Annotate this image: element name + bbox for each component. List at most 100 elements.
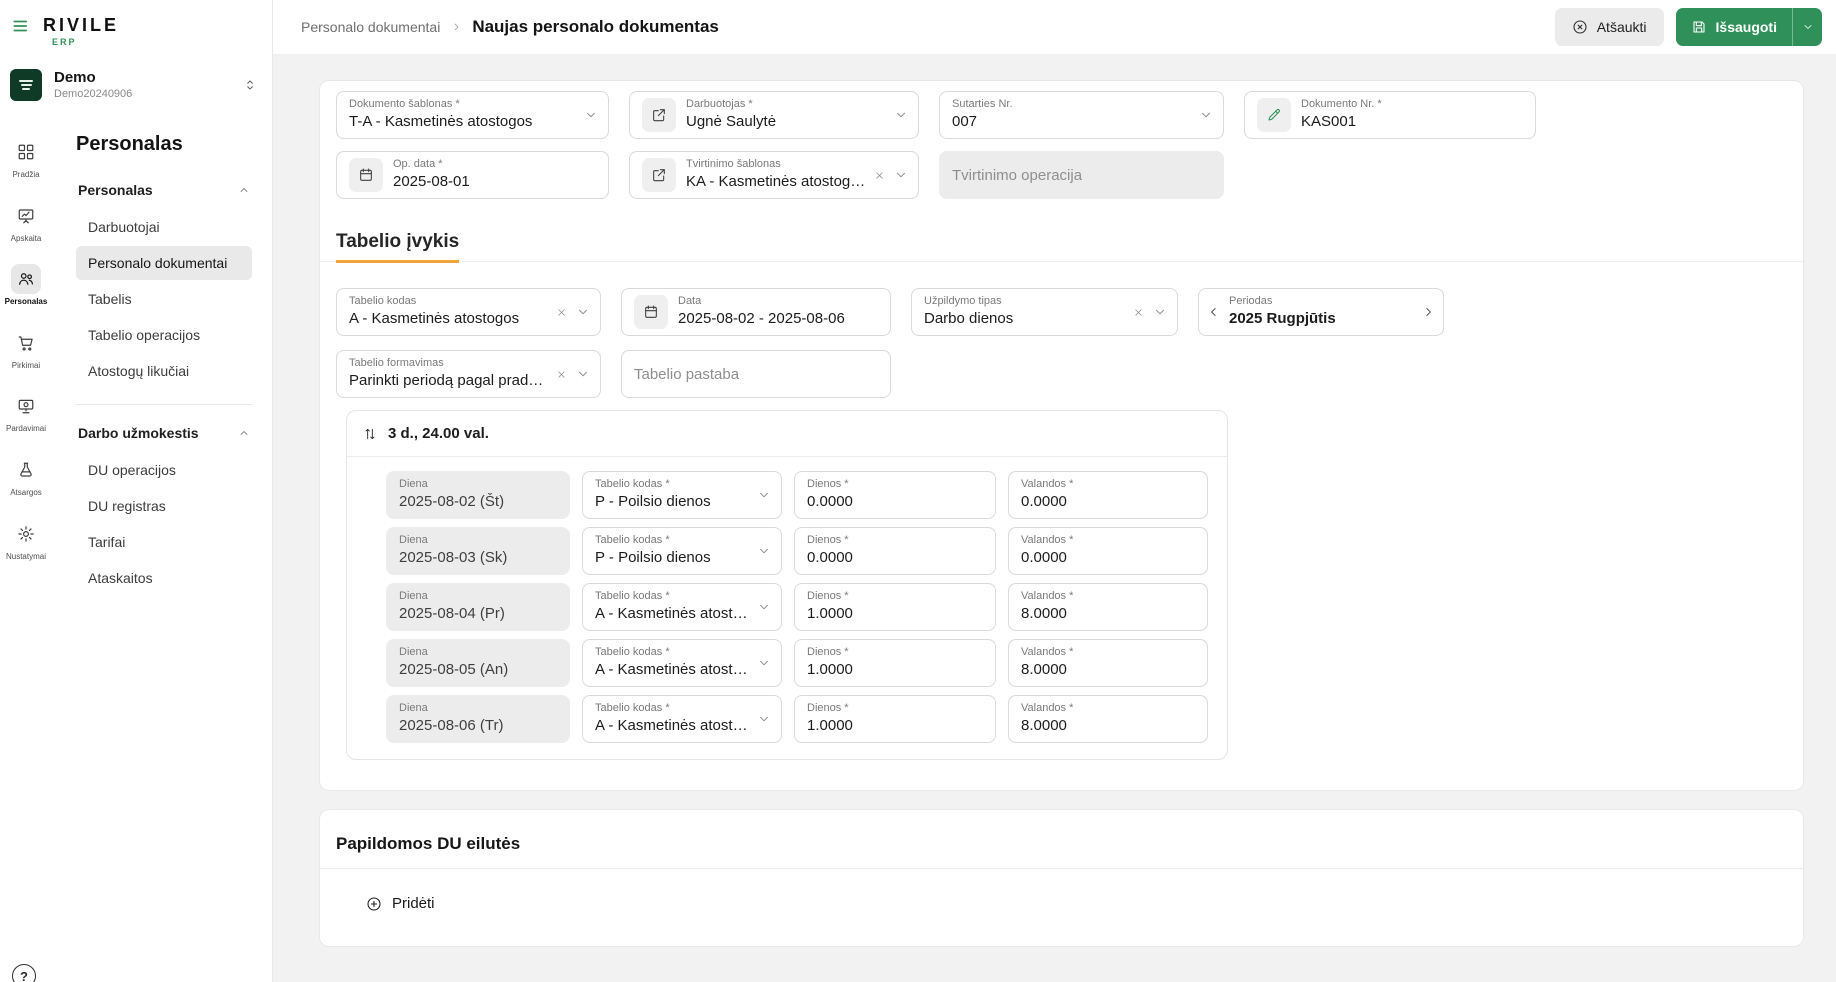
table-row: Diena2025-08-04 (Pr) Tabelio kodas *A - … xyxy=(386,583,1206,631)
people-icon xyxy=(11,264,41,294)
clear-icon[interactable] xyxy=(554,367,569,382)
sidebar-item-ataskaitos[interactable]: Ataskaitos xyxy=(76,561,252,595)
sidebar-item-tarifai[interactable]: Tarifai xyxy=(76,525,252,559)
diena-field: Diena2025-08-04 (Pr) xyxy=(386,583,570,631)
rail-item-pardavimai[interactable]: Pardavimai xyxy=(0,381,52,445)
rail-item-pirkimai[interactable]: Pirkimai xyxy=(0,318,52,382)
sidebar-group-toggle-darbo-uzmokestis[interactable]: Darbo užmokestis xyxy=(76,417,252,449)
brand-name: RIVILE xyxy=(43,16,119,34)
chevron-left-icon[interactable] xyxy=(1205,303,1223,321)
field-value: 0.0000 xyxy=(1021,549,1197,566)
field-value: 2025-08-02 (Št) xyxy=(399,493,559,510)
external-link-icon[interactable] xyxy=(642,158,676,192)
dokumento-sablonas-select[interactable]: Dokumento šablonas * T-A - Kasmetinės at… xyxy=(336,91,609,139)
sidebar-item-personalo-dokumentai[interactable]: Personalo dokumentai xyxy=(76,246,252,280)
field-label: Op. data * xyxy=(393,159,598,170)
sutarties-nr-select[interactable]: Sutarties Nr. 007 xyxy=(939,91,1224,139)
content-scroll-area[interactable]: Dokumento šablonas * T-A - Kasmetinės at… xyxy=(273,54,1836,982)
clear-icon[interactable] xyxy=(554,305,569,320)
save-button-main[interactable]: Išsaugoti xyxy=(1676,8,1792,46)
sort-vertical-icon[interactable] xyxy=(363,427,377,441)
sidebar-heading: Personalas xyxy=(76,133,252,156)
field-value: A - Kasmetinės atostogos xyxy=(595,717,751,734)
op-data-datepicker[interactable]: Op. data * 2025-08-01 xyxy=(336,151,609,199)
save-button[interactable]: Išsaugoti xyxy=(1676,8,1822,46)
panel-top: RIVILE ERP Demo Demo20240906 xyxy=(0,0,272,101)
sidebar-item-du-operacijos[interactable]: DU operacijos xyxy=(76,453,252,487)
sidebar-item-tabelio-operacijos[interactable]: Tabelio operacijos xyxy=(76,318,252,352)
chevron-right-icon[interactable] xyxy=(1419,303,1437,321)
sidebar-item-tabelis[interactable]: Tabelis xyxy=(76,282,252,316)
field-label: Data xyxy=(678,296,880,307)
chevron-right-icon xyxy=(450,21,462,33)
valandos-input[interactable]: Valandos *8.0000 xyxy=(1008,695,1208,743)
grid-icon xyxy=(11,137,41,167)
panel-body: Pradžia Apskaita Personalas xyxy=(0,127,272,982)
dienos-input[interactable]: Dienos *1.0000 xyxy=(794,639,996,687)
tvirtinimo-sablonas-select[interactable]: Tvirtinimo šablonas KA - Kasmetinės atos… xyxy=(629,151,919,199)
rail-item-pradzia[interactable]: Pradžia xyxy=(0,127,52,191)
du-lines-body: Pridėti xyxy=(320,869,1803,946)
tabelio-kodas-select[interactable]: Tabelio kodas A - Kasmetinės atostogos xyxy=(336,288,601,336)
valandos-input[interactable]: Valandos *8.0000 xyxy=(1008,583,1208,631)
sidebar-group-toggle-personalas[interactable]: Personalas xyxy=(76,174,252,206)
rail-item-atsargos[interactable]: Atsargos xyxy=(0,445,52,509)
tabelio-formavimas-select[interactable]: Tabelio formavimas Parinkti periodą paga… xyxy=(336,350,601,398)
sidebar-item-darbuotojai[interactable]: Darbuotojai xyxy=(76,210,252,244)
account-code: Demo20240906 xyxy=(54,88,228,100)
breadcrumb-link[interactable]: Personalo dokumentai xyxy=(301,19,440,35)
tabelio-kodas-row-select[interactable]: Tabelio kodas *P - Poilsio dienos xyxy=(582,527,782,575)
save-dropdown-caret[interactable] xyxy=(1792,8,1822,46)
rail-item-personalas[interactable]: Personalas xyxy=(0,254,52,318)
flask-icon xyxy=(11,455,41,485)
chevron-down-icon xyxy=(576,367,590,381)
add-du-line-button[interactable]: Pridėti xyxy=(366,895,435,912)
uzpildymo-tipas-select[interactable]: Užpildymo tipas Darbo dienos xyxy=(911,288,1178,336)
field-value: 0.0000 xyxy=(1021,493,1197,510)
tabelio-fields: Tabelio kodas A - Kasmetinės atostogos xyxy=(320,262,1803,398)
valandos-input[interactable]: Valandos *8.0000 xyxy=(1008,639,1208,687)
dienos-input[interactable]: Dienos *1.0000 xyxy=(794,583,996,631)
data-daterange-picker[interactable]: Data 2025-08-02 - 2025-08-06 xyxy=(621,288,891,336)
periodas-stepper[interactable]: Periodas 2025 Rugpjūtis xyxy=(1198,288,1444,336)
clear-icon[interactable] xyxy=(872,168,887,183)
table-row: Diena2025-08-03 (Sk) Tabelio kodas *P - … xyxy=(386,527,1206,575)
clear-icon[interactable] xyxy=(1131,305,1146,320)
valandos-input[interactable]: Valandos *0.0000 xyxy=(1008,471,1208,519)
account-switcher[interactable]: Demo Demo20240906 xyxy=(10,69,260,101)
hamburger-menu-icon[interactable] xyxy=(10,14,32,38)
field-label: Tvirtinimo šablonas xyxy=(686,159,866,170)
rail-label: Nustatymai xyxy=(6,552,46,562)
external-link-icon[interactable] xyxy=(642,98,676,132)
rail-item-nustatymai[interactable]: Nustatymai xyxy=(0,509,52,573)
module-rail: Pradžia Apskaita Personalas xyxy=(0,127,52,982)
tabelio-section-head: Tabelio įvykis xyxy=(320,215,1803,262)
unfold-more-icon[interactable] xyxy=(240,75,260,95)
table-row: Diena 2025-08-06 (Tr) Tabelio kodas *A - … xyxy=(386,695,1206,743)
brand-logo: RIVILE ERP xyxy=(43,14,119,47)
tabelio-kodas-row-select[interactable]: Tabelio kodas *P - Poilsio dienos xyxy=(582,471,782,519)
rail-label: Personalas xyxy=(5,297,48,307)
field-label: Valandos * xyxy=(1021,703,1197,714)
field-value: 2025-08-06 (Tr) xyxy=(399,717,559,734)
dienos-input[interactable]: Dienos *1.0000 xyxy=(794,695,996,743)
tabelio-kodas-row-select[interactable]: Tabelio kodas *A - Kasmetinės atostogos xyxy=(582,695,782,743)
cancel-button[interactable]: Atšaukti xyxy=(1555,8,1664,46)
field-label: Diena xyxy=(399,703,559,714)
dienos-input[interactable]: Dienos *0.0000 xyxy=(794,527,996,575)
dienos-input[interactable]: Dienos *0.0000 xyxy=(794,471,996,519)
valandos-input[interactable]: Valandos *0.0000 xyxy=(1008,527,1208,575)
help-icon[interactable]: ? xyxy=(12,964,36,982)
field-value: A - Kasmetinės atostogos xyxy=(595,661,751,678)
sidebar-item-atostogu-likuciai[interactable]: Atostogų likučiai xyxy=(76,354,252,388)
chevron-down-icon xyxy=(1199,108,1213,122)
sidebar-divider xyxy=(76,404,252,405)
sidebar-item-du-registras[interactable]: DU registras xyxy=(76,489,252,523)
tabelio-pastaba-input[interactable]: Tabelio pastaba xyxy=(621,350,891,398)
rail-item-apskaita[interactable]: Apskaita xyxy=(0,191,52,255)
dokumento-nr-input[interactable]: Dokumento Nr. * KAS001 xyxy=(1244,91,1536,139)
tabelio-kodas-row-select[interactable]: Tabelio kodas *A - Kasmetinės atostogos xyxy=(582,583,782,631)
tabelio-kodas-row-select[interactable]: Tabelio kodas *A - Kasmetinės atostogos xyxy=(582,639,782,687)
field-content: Tabelio kodas A - Kasmetinės atostogos xyxy=(349,296,548,327)
darbuotojas-select[interactable]: Darbuotojas * Ugnė Saulytė xyxy=(629,91,919,139)
